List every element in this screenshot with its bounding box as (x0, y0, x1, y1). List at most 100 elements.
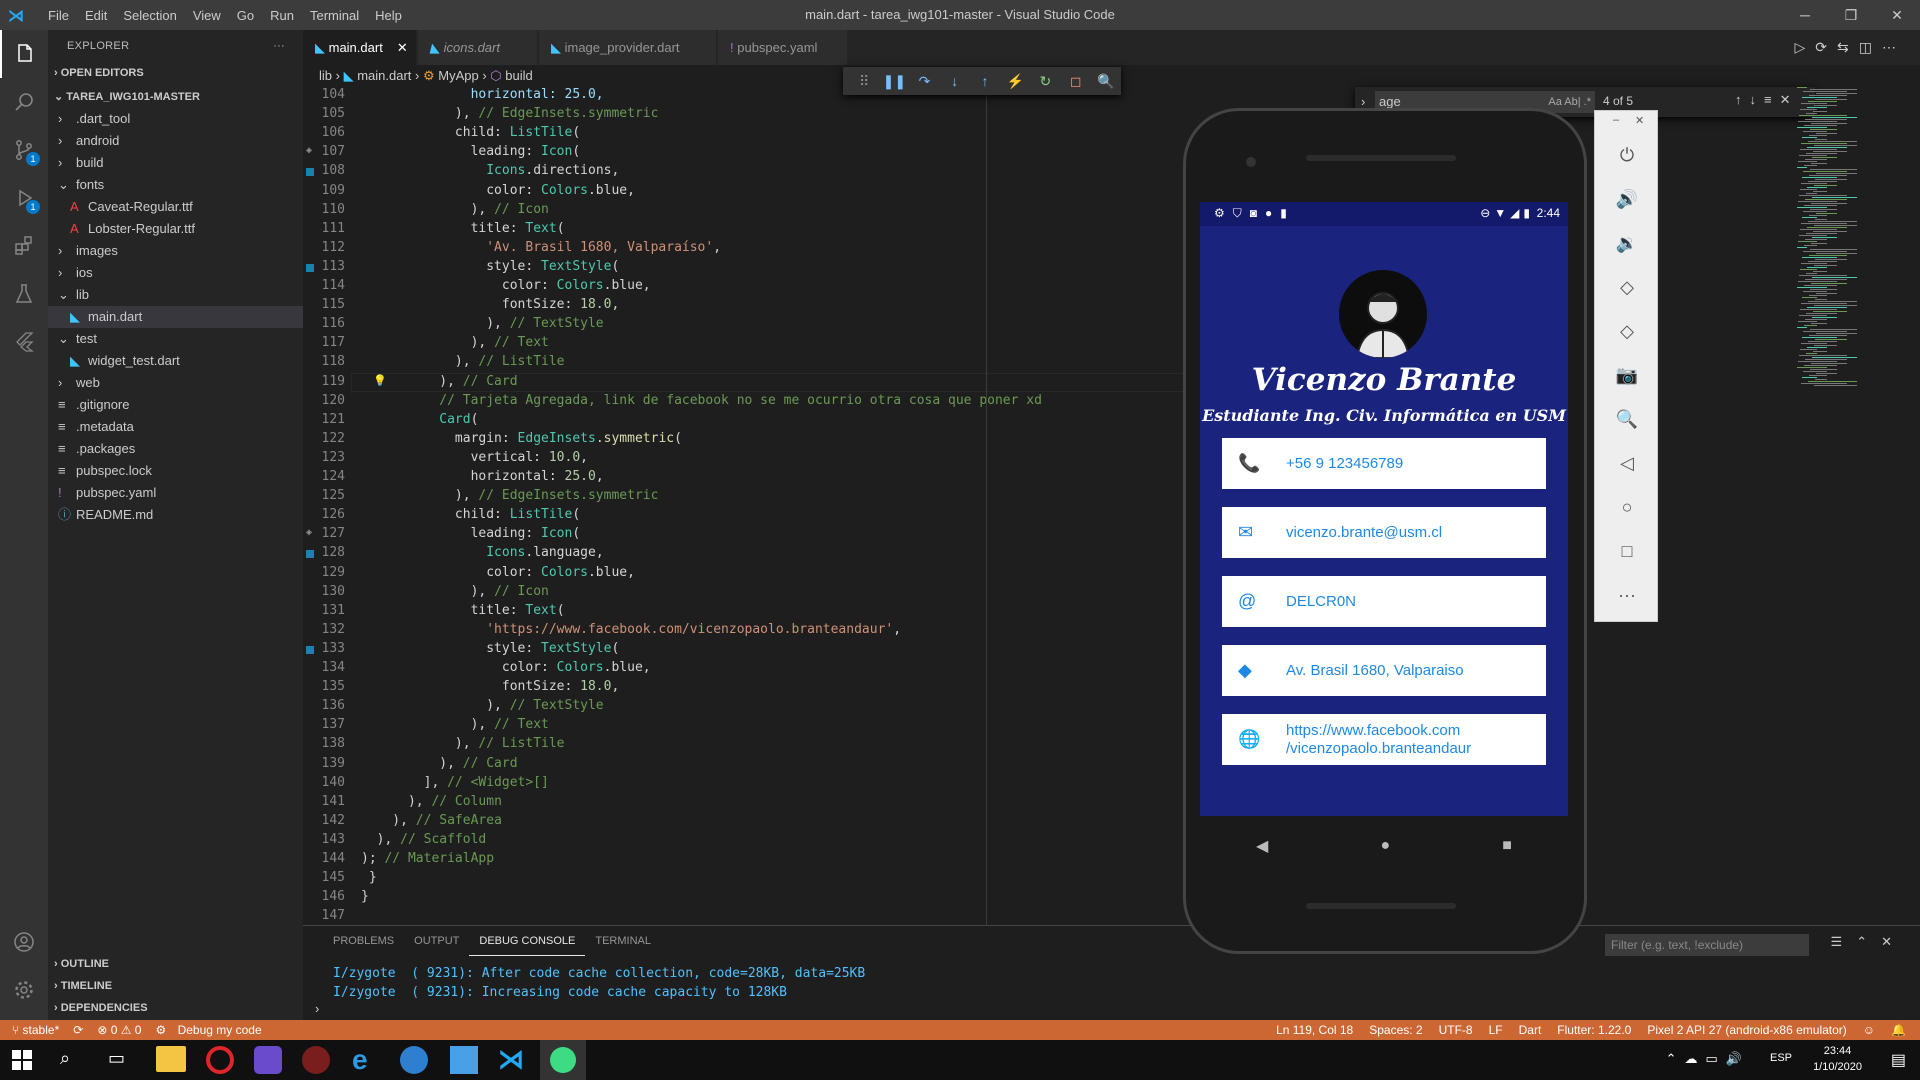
recents-nav-button[interactable]: ■ (1502, 837, 1512, 855)
code-editor[interactable]: 104 horizontal: 25.0, 105 ), // EdgeInset… (303, 87, 1351, 940)
tree-item[interactable]: ≡ pubspec.lock (48, 460, 303, 482)
file-explorer-app-icon[interactable] (156, 1046, 186, 1072)
breadcrumb-method[interactable]: build (505, 68, 532, 83)
menu-item-go[interactable]: Go (229, 8, 262, 23)
timeline-section[interactable]: › TIMELINE (48, 975, 303, 997)
next-match-icon[interactable]: ↓ (1750, 92, 1765, 107)
chevron-right-icon[interactable]: › (1361, 94, 1365, 109)
menu-item-selection[interactable]: Selection (115, 8, 184, 23)
step-into-icon[interactable]: ↓ (940, 73, 970, 89)
zoom-icon[interactable]: 🔍 (1595, 397, 1659, 441)
panel-tab[interactable]: OUTPUT (404, 926, 469, 956)
tree-item[interactable]: › .dart_tool (48, 108, 303, 130)
tree-item[interactable]: ◣ main.dart (48, 306, 303, 328)
step-out-icon[interactable]: ↑ (970, 73, 1000, 89)
home-nav-button[interactable]: ● (1380, 837, 1390, 855)
rotate-right-icon[interactable]: ◇ (1595, 309, 1659, 353)
overview-icon[interactable]: □ (1595, 529, 1659, 573)
menu-item-terminal[interactable]: Terminal (302, 8, 367, 23)
restore-button[interactable]: ❐ (1828, 0, 1874, 30)
source-control-icon[interactable]: 1 (0, 126, 48, 174)
opera-app-icon[interactable] (206, 1046, 234, 1074)
screenshot-camera-icon[interactable]: 📷 (1595, 353, 1659, 397)
edge-app-icon[interactable]: e (352, 1044, 368, 1076)
close-panel-icon[interactable]: ✕ (1881, 934, 1906, 949)
action-center-icon[interactable]: ▤ (1891, 1050, 1906, 1070)
clear-console-icon[interactable]: ☰ (1831, 934, 1857, 949)
panel-tab[interactable]: DEBUG CONSOLE (469, 926, 586, 956)
minimize-emulator-icon[interactable]: – (1613, 114, 1619, 126)
app-icon-python[interactable] (400, 1046, 428, 1074)
debug-status[interactable]: ⚙ Debug my code (155, 1020, 261, 1040)
maximize-panel-icon[interactable]: ⌃ (1856, 934, 1881, 949)
contact-card[interactable]: ◆ Av. Brasil 1680, Valparaiso (1222, 645, 1546, 696)
drag-handle-icon[interactable]: ⠿ (849, 73, 879, 90)
tree-item[interactable]: › web (48, 372, 303, 394)
console-prompt[interactable]: › (315, 1001, 319, 1016)
discord-app-icon[interactable] (254, 1046, 282, 1074)
tab-image-provider[interactable]: ◣ image_provider.dart (539, 30, 717, 65)
notifications-icon[interactable]: 🔔 (1891, 1020, 1906, 1040)
testing-flask-icon[interactable] (0, 270, 48, 318)
tree-item[interactable]: › build (48, 152, 303, 174)
tree-item[interactable]: ⌄ test (48, 328, 303, 350)
close-window-button[interactable]: ✕ (1874, 0, 1920, 30)
tree-item[interactable]: ⌄ fonts (48, 174, 303, 196)
more-actions-icon[interactable]: ⋯ (1882, 39, 1906, 55)
accounts-icon[interactable] (0, 918, 48, 966)
tree-item[interactable]: ⓘ README.md (48, 504, 303, 526)
compare-icon[interactable]: ⇆ (1837, 39, 1859, 55)
find-in-selection-icon[interactable]: ≡ (1764, 92, 1780, 107)
menu-item-view[interactable]: View (185, 8, 229, 23)
prev-match-icon[interactable]: ↑ (1735, 92, 1750, 107)
step-over-icon[interactable]: ↷ (909, 73, 939, 90)
tree-item[interactable]: ! pubspec.yaml (48, 482, 303, 504)
project-section[interactable]: ⌄ TAREA_IWG101-MASTER (48, 86, 303, 108)
eol-status[interactable]: LF (1489, 1020, 1503, 1040)
dependencies-section[interactable]: › DEPENDENCIES (48, 997, 303, 1019)
tree-item[interactable]: › images (48, 240, 303, 262)
split-editor-icon[interactable]: ◫ (1859, 39, 1882, 55)
language-status[interactable]: Dart (1519, 1020, 1542, 1040)
contact-card[interactable]: 🌐 https://www.facebook.com /vicenzopaolo.… (1222, 714, 1546, 765)
tree-item[interactable]: › ios (48, 262, 303, 284)
tree-item[interactable]: ◣ widget_test.dart (48, 350, 303, 372)
breadcrumb-file[interactable]: main.dart (357, 68, 411, 83)
taskbar-search-icon[interactable]: ⌕ (60, 1048, 70, 1069)
tray-icons[interactable]: ⌃☁▭🔊 (1666, 1051, 1750, 1067)
hot-reload-icon[interactable]: ⚡ (1000, 73, 1030, 90)
debug-icon[interactable]: ⟳ (1815, 39, 1837, 55)
console-filter-input[interactable]: Filter (e.g. text, !exclude) (1605, 934, 1809, 956)
photos-app-icon[interactable] (450, 1046, 478, 1074)
tree-item[interactable]: › android (48, 130, 303, 152)
problems-status[interactable]: ⊗ 0 ⚠ 0 (97, 1020, 141, 1040)
panel-tab[interactable]: TERMINAL (585, 926, 661, 956)
menu-item-help[interactable]: Help (367, 8, 410, 23)
home-icon[interactable]: ○ (1595, 485, 1659, 529)
back-nav-button[interactable]: ◀ (1256, 836, 1268, 856)
more-options-icon[interactable]: ··· (1595, 573, 1659, 617)
panel-tab[interactable]: PROBLEMS (323, 926, 404, 956)
indent-status[interactable]: Spaces: 2 (1369, 1020, 1422, 1040)
contact-card[interactable]: 📞 +56 9 123456789 (1222, 438, 1546, 489)
run-debug-icon[interactable]: 1 (0, 174, 48, 222)
menu-item-edit[interactable]: Edit (77, 8, 115, 23)
tree-item[interactable]: A Lobster-Regular.ttf (48, 218, 303, 240)
tree-item[interactable]: ≡ .metadata (48, 416, 303, 438)
taskbar-clock[interactable]: 23:44 1/10/2020 (1813, 1043, 1862, 1075)
keyboard-language[interactable]: ESP (1770, 1052, 1792, 1064)
tree-item[interactable]: ≡ .gitignore (48, 394, 303, 416)
branch-status[interactable]: ⑂ stable* (12, 1020, 59, 1040)
flutter-version[interactable]: Flutter: 1.22.0 (1557, 1020, 1631, 1040)
tree-item[interactable]: ⌄ lib (48, 284, 303, 306)
manage-gear-icon[interactable] (0, 966, 48, 1014)
tab-pubspec[interactable]: ! pubspec.yaml (718, 30, 848, 65)
cursor-position[interactable]: Ln 119, Col 18 (1276, 1020, 1353, 1040)
close-tab-icon[interactable]: ✕ (397, 40, 408, 55)
breadcrumb-class[interactable]: MyApp (438, 68, 478, 83)
volume-down-icon[interactable]: 🔉 (1595, 221, 1659, 265)
contact-card[interactable]: @ DELCR0N (1222, 576, 1546, 627)
back-icon[interactable]: ◁ (1595, 441, 1659, 485)
flutter-icon[interactable] (0, 318, 48, 366)
outline-section[interactable]: › OUTLINE (48, 953, 303, 975)
